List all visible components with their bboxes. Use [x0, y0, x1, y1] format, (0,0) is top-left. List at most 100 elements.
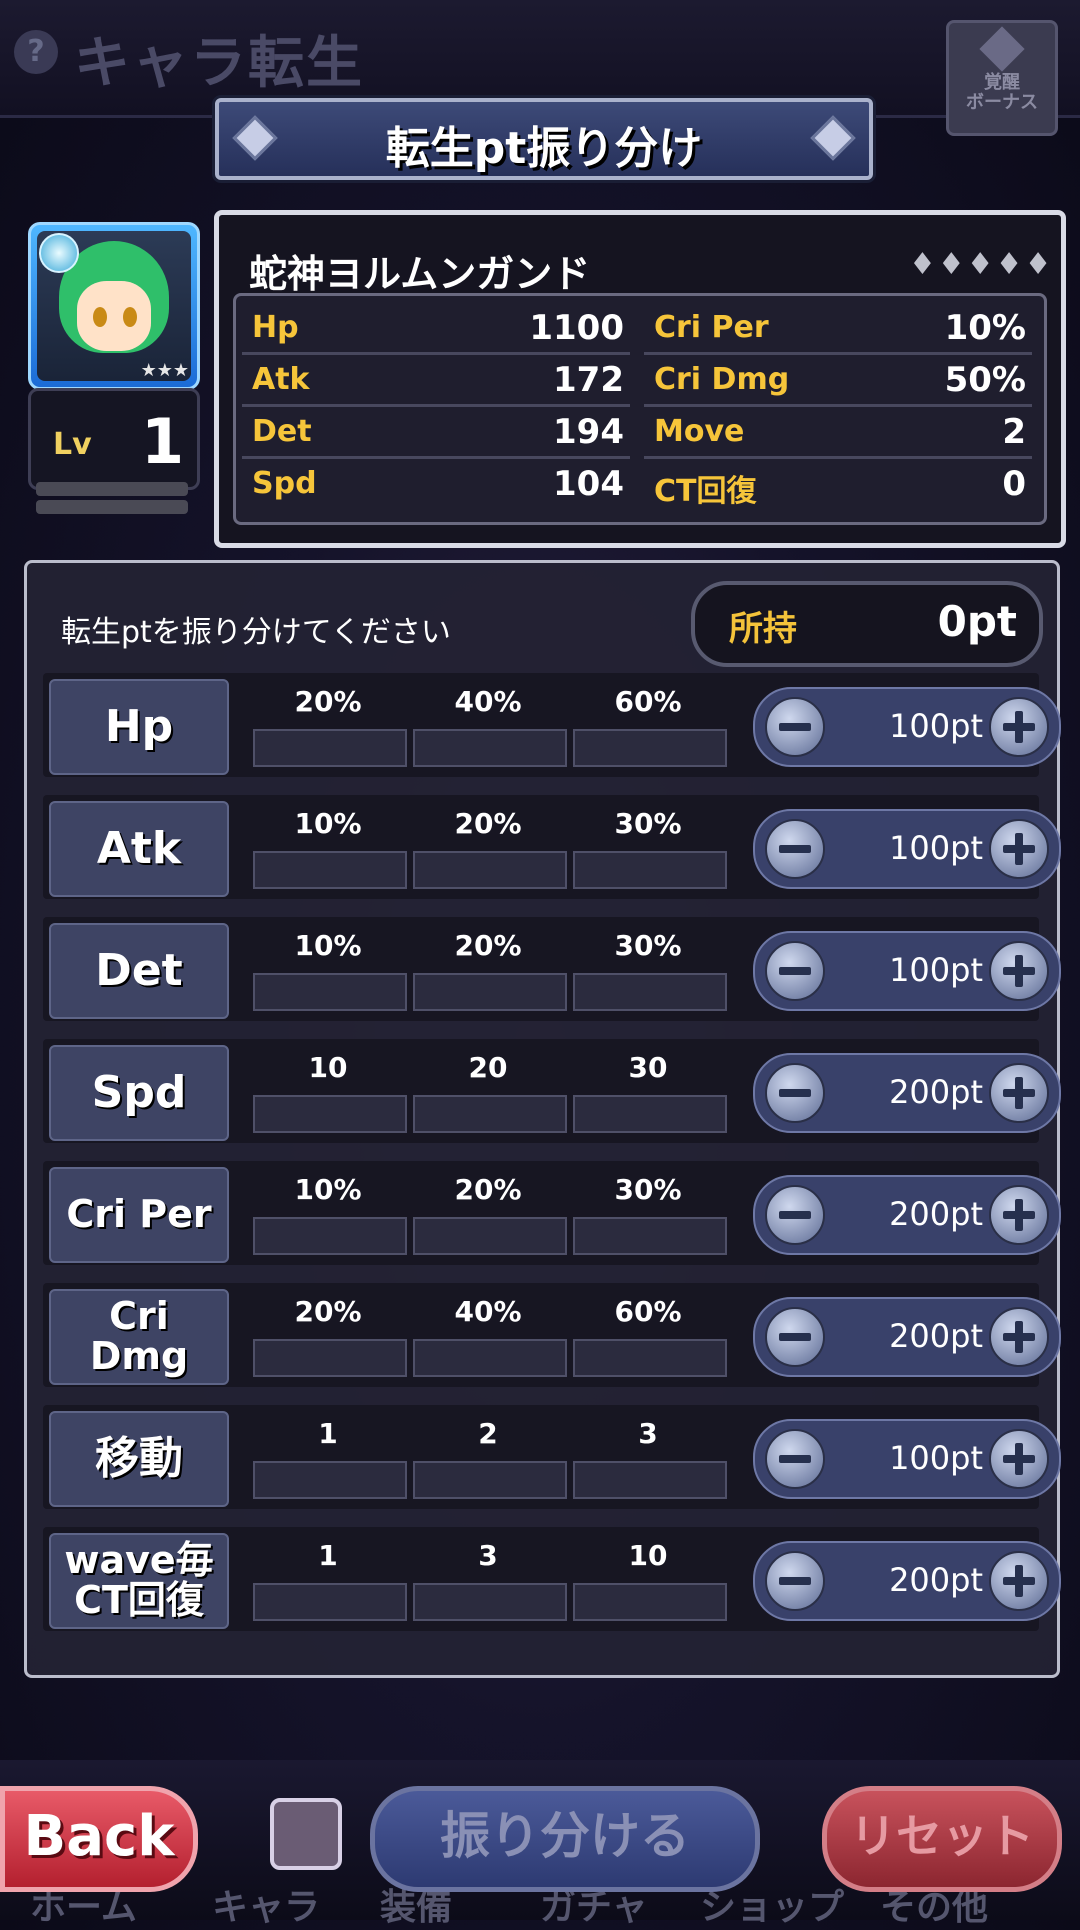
tier-label: 60%	[614, 685, 682, 718]
level-value: 1	[141, 405, 185, 478]
allocation-row: Cri Dmg 20% 40% 60% 200pt	[43, 1283, 1061, 1387]
tier-label: 20%	[454, 929, 522, 962]
owned-value: 0pt	[937, 597, 1017, 646]
point-stepper: 200pt	[753, 1541, 1061, 1621]
stat-value: 194	[553, 412, 624, 452]
plus-icon[interactable]	[989, 1429, 1049, 1489]
minus-icon[interactable]	[765, 819, 825, 879]
minus-icon[interactable]	[765, 1185, 825, 1245]
tier-bar	[413, 1217, 567, 1255]
tier-label: 20	[468, 1051, 508, 1084]
tier-bar	[573, 1217, 727, 1255]
tier-label: 3	[478, 1539, 498, 1572]
confirm-checkbox[interactable]	[270, 1798, 342, 1870]
tier-label: 10%	[294, 929, 362, 962]
tier-label: 20%	[454, 1173, 522, 1206]
tier-label: 3	[638, 1417, 658, 1450]
tier-bar	[413, 1583, 567, 1621]
tier-label: 2	[478, 1417, 498, 1450]
plus-icon[interactable]	[989, 1185, 1049, 1245]
stat-row-cri-per: Cri Per 10%	[644, 302, 1032, 355]
owned-points: 所持 0pt	[691, 581, 1043, 667]
tier-bar	[413, 1461, 567, 1499]
stat-value: 50%	[944, 360, 1026, 400]
back-button[interactable]: Back	[0, 1786, 198, 1892]
allocation-row: Atk 10% 20% 30% 100pt	[43, 795, 1061, 899]
tier-label: 30%	[614, 1173, 682, 1206]
plus-icon[interactable]	[989, 1551, 1049, 1611]
tier-label: 30%	[614, 807, 682, 840]
allocation-row: 移動 1 2 3 100pt	[43, 1405, 1061, 1509]
tier-label: 40%	[454, 1295, 522, 1328]
tier-bar	[573, 1095, 727, 1133]
tier-label: 60%	[614, 1295, 682, 1328]
screen-title: キャラ転生	[74, 31, 364, 96]
point-cost: 100pt	[889, 951, 983, 989]
stat-row-spd: Spd 104	[242, 458, 630, 508]
minus-icon[interactable]	[765, 941, 825, 1001]
tier-bar	[253, 1339, 407, 1377]
exp-bar	[36, 500, 188, 514]
tier-bar	[573, 851, 727, 889]
owned-label: 所持	[729, 609, 797, 649]
allocation-row: Det 10% 20% 30% 100pt	[43, 917, 1061, 1021]
minus-icon[interactable]	[765, 1063, 825, 1123]
allocation-row: Spd 10 20 30 200pt	[43, 1039, 1061, 1143]
point-cost: 200pt	[889, 1195, 983, 1233]
point-cost: 200pt	[889, 1073, 983, 1111]
reset-button[interactable]: リセット	[822, 1786, 1062, 1892]
stat-label: Cri Per	[654, 310, 769, 345]
ribbon-title: 転生pt振り分け	[385, 123, 703, 174]
minus-icon[interactable]	[765, 1307, 825, 1367]
point-cost: 200pt	[889, 1317, 983, 1355]
stat-value: 1100	[529, 308, 624, 348]
tier-bar	[253, 973, 407, 1011]
plus-icon[interactable]	[989, 819, 1049, 879]
tier-bar	[253, 1461, 407, 1499]
tab-character[interactable]: キャラ	[212, 1878, 320, 1930]
character-stat-card: 蛇神ヨルムンガンド ♦♦♦♦♦ Hp 1100 Cri Per 10% Atk 172…	[214, 210, 1066, 548]
plus-icon[interactable]	[989, 697, 1049, 757]
allocation-row: Cri Per 10% 20% 30% 200pt	[43, 1161, 1061, 1265]
allocation-stat-label: Hp	[49, 679, 229, 775]
allocation-stat-label: Cri Dmg	[49, 1289, 229, 1385]
stat-row-move: Move 2	[644, 406, 1032, 459]
plus-icon[interactable]	[989, 1063, 1049, 1123]
point-stepper: 200pt	[753, 1053, 1061, 1133]
minus-icon[interactable]	[765, 1429, 825, 1489]
stat-value: 10%	[944, 308, 1026, 348]
tier-label: 20%	[294, 685, 362, 718]
stat-label: Cri Dmg	[654, 362, 790, 397]
plus-icon[interactable]	[989, 1307, 1049, 1367]
level-label: Lv	[53, 427, 92, 462]
title-ribbon: 転生pt振り分け	[215, 98, 873, 180]
point-cost: 100pt	[889, 829, 983, 867]
point-stepper: 100pt	[753, 931, 1061, 1011]
point-stepper: 100pt	[753, 687, 1061, 767]
stat-value: 2	[1002, 412, 1026, 452]
stat-label: Move	[654, 414, 745, 449]
awakening-bonus-button[interactable]: 覚醒 ボーナス	[946, 20, 1058, 136]
assign-button[interactable]: 振り分ける	[370, 1786, 760, 1892]
tier-bar	[573, 1583, 727, 1621]
tier-bar	[573, 1461, 727, 1499]
awakening-bonus-label: 覚醒 ボーナス	[966, 72, 1038, 113]
minus-icon[interactable]	[765, 697, 825, 757]
tier-bar	[413, 729, 567, 767]
tier-label: 20%	[454, 807, 522, 840]
water-element-icon	[39, 233, 79, 273]
stat-value: 172	[553, 360, 624, 400]
tier-label: 30%	[614, 929, 682, 962]
point-stepper: 100pt	[753, 1419, 1061, 1499]
tier-bar	[413, 851, 567, 889]
character-portrait: ★★★	[28, 222, 200, 390]
plus-icon[interactable]	[989, 941, 1049, 1001]
minus-icon[interactable]	[765, 1551, 825, 1611]
tier-label: 40%	[454, 685, 522, 718]
tier-bar	[413, 1095, 567, 1133]
allocation-row: Hp 20% 40% 60% 100pt	[43, 673, 1061, 777]
stat-label: Spd	[252, 466, 317, 501]
help-icon[interactable]: ?	[14, 30, 58, 74]
point-stepper: 100pt	[753, 809, 1061, 889]
stat-row-atk: Atk 172	[242, 354, 630, 407]
